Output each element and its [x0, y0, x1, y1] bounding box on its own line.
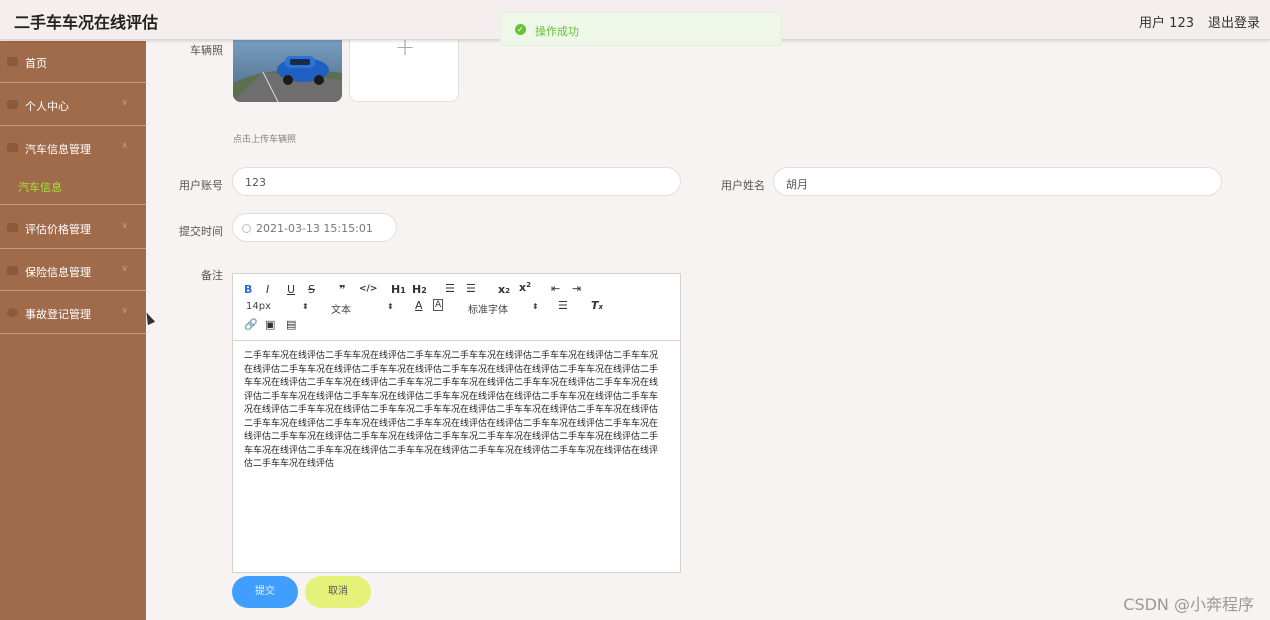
chevron-down-icon: ∨ — [121, 306, 128, 316]
current-user: 用户 123 — [1139, 16, 1194, 31]
name-label: 用户姓名 — [721, 179, 765, 192]
account-value: 123 — [245, 176, 266, 189]
font-family-select[interactable]: 标准字体 — [468, 301, 508, 316]
chevron-up-icon: ∧ — [121, 141, 128, 151]
sidebar-item-car-info-management[interactable]: 汽车信息管理 ∧ — [0, 126, 146, 168]
strike-button[interactable]: S — [308, 283, 315, 296]
home-icon — [7, 57, 18, 66]
folder-icon — [7, 223, 18, 232]
check-circle-icon: ✓ — [515, 24, 526, 35]
video-icon[interactable]: ▤ — [286, 318, 296, 331]
submit-time-picker[interactable]: 2021-03-13 15:15:01 — [232, 213, 397, 242]
message-icon — [7, 143, 18, 152]
link-icon[interactable]: 🔗 — [244, 318, 258, 331]
sidebar-subitem-car-info[interactable]: 汽车信息 — [0, 167, 146, 205]
select-caret-icon: ⬍ — [532, 302, 539, 311]
editor-toolbar: B I U S ❞ </> H1 H2 ☰ ☰ x2 x2 ⇤ ⇥ 14px ⬍… — [233, 274, 680, 341]
rich-text-editor[interactable]: B I U S ❞ </> H1 H2 ☰ ☰ x2 x2 ⇤ ⇥ 14px ⬍… — [232, 273, 681, 573]
sidebar-item-label: 评估价格管理 — [25, 223, 91, 236]
clock-icon — [242, 224, 251, 233]
submit-button[interactable]: 提交 — [232, 576, 298, 608]
font-size-select[interactable]: 14px — [246, 301, 271, 312]
remark-label: 备注 — [201, 269, 223, 282]
chevron-down-icon: ∨ — [121, 221, 128, 231]
account-input[interactable]: 123 — [232, 167, 681, 196]
settings-icon — [7, 308, 18, 317]
sidebar-item-personal-center[interactable]: 个人中心 ∨ — [0, 83, 146, 126]
align-button[interactable]: ☰ — [558, 299, 568, 312]
outdent-button[interactable]: ⇤ — [551, 282, 560, 295]
bold-button[interactable]: B — [244, 283, 252, 296]
header-2-button[interactable]: H2 — [412, 283, 427, 296]
image-icon[interactable]: ▣ — [265, 318, 275, 331]
upload-hint: 点击上传车辆照 — [233, 135, 297, 145]
name-value: 胡月 — [786, 178, 808, 191]
sidebar-subitem-label: 汽车信息 — [18, 181, 62, 194]
success-toast: ✓ 操作成功 — [500, 12, 782, 46]
clear-format-button[interactable]: Tx — [591, 299, 603, 312]
message-icon — [7, 266, 18, 275]
sidebar-item-price-management[interactable]: 评估价格管理 ∨ — [0, 206, 146, 249]
sidebar-item-home[interactable]: 首页 — [0, 41, 146, 83]
submit-time-label: 提交时间 — [179, 225, 223, 238]
user-icon — [7, 100, 18, 109]
font-color-button[interactable]: A — [415, 299, 423, 312]
header-1-button[interactable]: H1 — [391, 283, 406, 296]
select-caret-icon: ⬍ — [387, 302, 394, 311]
sidebar-item-label: 首页 — [25, 57, 47, 70]
text-type-select[interactable]: 文本 — [331, 301, 351, 316]
watermark: CSDN @小奔程序 — [1123, 595, 1254, 614]
italic-button[interactable]: I — [266, 283, 269, 296]
account-label: 用户账号 — [179, 179, 223, 192]
sidebar-item-insurance-management[interactable]: 保险信息管理 ∨ — [0, 249, 146, 291]
background-color-button[interactable]: A — [433, 299, 444, 311]
sidebar-item-accident-management[interactable]: 事故登记管理 ∨ — [0, 291, 146, 334]
chevron-down-icon: ∨ — [121, 98, 128, 108]
sidebar-item-label: 个人中心 — [25, 100, 69, 113]
code-block-button[interactable]: </> — [359, 284, 377, 294]
sidebar-item-label: 事故登记管理 — [25, 308, 91, 321]
photo-label: 车辆照 — [190, 44, 223, 57]
submit-time-value: 2021-03-13 15:15:01 — [256, 222, 373, 235]
sidebar-item-label: 保险信息管理 — [25, 266, 91, 279]
sidebar: 首页 个人中心 ∨ 汽车信息管理 ∧ 汽车信息 评估价格管理 ∨ 保险信息管理 … — [0, 41, 146, 620]
superscript-button[interactable]: x2 — [519, 281, 531, 294]
bullet-list-button[interactable]: ☰ — [466, 282, 476, 295]
editor-content[interactable]: 二手车车况在线评估二手车车况在线评估二手车车况二手车车况在线评估二手车车况在线评… — [244, 350, 664, 472]
underline-button[interactable]: U — [287, 283, 295, 296]
app-title: 二手车车况在线评估 — [14, 13, 159, 32]
subscript-button[interactable]: x2 — [498, 283, 510, 296]
name-input[interactable]: 胡月 — [773, 167, 1222, 196]
indent-button[interactable]: ⇥ — [572, 282, 581, 295]
select-caret-icon: ⬍ — [302, 302, 309, 311]
ordered-list-button[interactable]: ☰ — [445, 282, 455, 295]
logout-link[interactable]: 退出登录 — [1208, 12, 1260, 31]
blockquote-button[interactable]: ❞ — [339, 283, 345, 296]
cancel-button[interactable]: 取消 — [305, 576, 371, 608]
toast-message: 操作成功 — [535, 25, 579, 38]
sidebar-item-label: 汽车信息管理 — [25, 143, 91, 156]
chevron-down-icon: ∨ — [121, 264, 128, 274]
